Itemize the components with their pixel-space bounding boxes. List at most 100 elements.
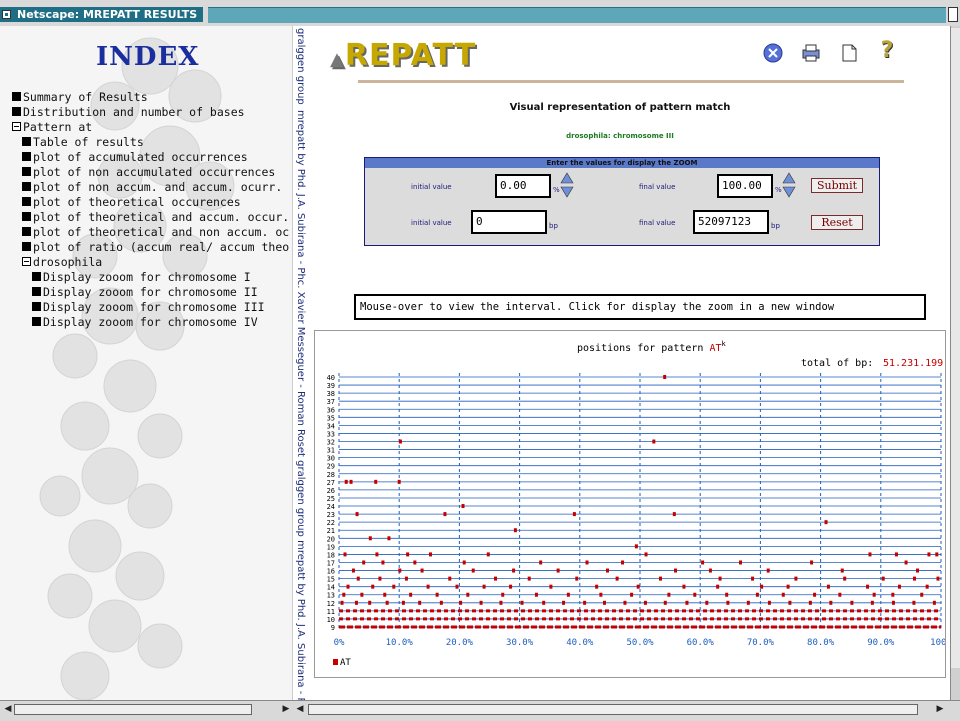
x-tick-label: 70.0% — [747, 638, 775, 648]
bullet-icon[interactable] — [22, 152, 31, 161]
bullet-icon[interactable] — [22, 227, 31, 236]
initial-bp-input[interactable]: 0 — [471, 210, 547, 234]
print-icon[interactable] — [800, 42, 822, 64]
y-tick-label: 40 — [327, 374, 335, 382]
occurrence-mark — [556, 568, 560, 573]
credits-divider: gralggen group mrepatt by Phd. J.A. Subi… — [292, 26, 311, 700]
occurrence-mark — [894, 552, 898, 557]
scroll-left-left-icon[interactable]: ◀ — [2, 704, 14, 715]
scroll-left-right-icon[interactable]: ▶ — [280, 704, 292, 715]
occurrence-mark — [413, 560, 417, 565]
right-frame-scroll-thumb[interactable] — [308, 704, 918, 715]
occurrence-mark — [392, 584, 396, 589]
index-item-label[interactable]: plot of accumulated occurrences — [33, 150, 248, 164]
scroll-right-left-icon[interactable]: ◀ — [294, 704, 306, 715]
bullet-icon[interactable] — [32, 302, 41, 311]
index-item[interactable]: Display zooom for chromosome III — [12, 300, 289, 315]
index-item-label[interactable]: plot of theoretical and accum. occur. — [33, 210, 289, 224]
occurrence-mark — [461, 504, 465, 509]
index-item[interactable]: plot of accumulated occurrences — [12, 150, 289, 165]
occurrence-mark — [595, 584, 599, 589]
close-icon[interactable] — [762, 42, 784, 64]
collapse-icon[interactable] — [22, 257, 31, 266]
index-item[interactable]: Summary of Results — [12, 90, 289, 105]
help-icon[interactable]: ? — [876, 38, 898, 63]
index-item-label[interactable]: drosophila — [33, 255, 102, 269]
occurrence-mark — [360, 592, 364, 597]
index-item[interactable]: plot of theoretical and non accum. oc — [12, 225, 289, 240]
index-item[interactable]: Distribution and number of bases — [12, 105, 289, 120]
index-item[interactable]: Table of results — [12, 135, 289, 150]
final-bp-input[interactable]: 52097123 — [693, 210, 769, 234]
occurrence-mark — [501, 592, 505, 597]
bullet-icon[interactable] — [32, 272, 41, 281]
index-item-label[interactable]: Table of results — [33, 135, 144, 149]
window-menu-icon[interactable] — [2, 10, 11, 19]
y-tick-label: 33 — [327, 430, 335, 438]
index-item-label[interactable]: Pattern at — [23, 120, 92, 134]
index-item-label[interactable]: Display zooom for chromosome II — [43, 285, 258, 299]
bullet-icon[interactable] — [22, 167, 31, 176]
initial-percent-input[interactable]: 0.00 — [495, 174, 551, 198]
occurrence-mark — [362, 560, 366, 565]
index-item-label[interactable]: plot of ratio (accum real/ accum theo — [33, 240, 289, 254]
index-item-label[interactable]: Display zooom for chromosome IV — [43, 315, 258, 329]
occurrence-mark — [471, 568, 475, 573]
occurrence-mark — [459, 600, 463, 605]
occurrence-mark — [644, 552, 648, 557]
index-item-label[interactable]: plot of theoretical occurences — [33, 195, 241, 209]
bullet-icon[interactable] — [22, 182, 31, 191]
window-title-tab[interactable]: Netscape: MREPATT RESULTS — [0, 7, 203, 22]
scroll-right-right-icon[interactable]: ▶ — [934, 704, 946, 715]
index-item-label[interactable]: Display zooom for chromosome III — [43, 300, 265, 314]
index-item[interactable]: plot of non accum. and accum. ocurr. — [12, 180, 289, 195]
bullet-icon[interactable] — [32, 317, 41, 326]
occurrence-mark — [652, 439, 656, 444]
submit-button[interactable]: Submit — [811, 178, 863, 193]
occurrence-mark — [794, 576, 798, 581]
document-icon[interactable] — [838, 42, 860, 64]
y-tick-label: 16 — [327, 568, 335, 576]
index-item[interactable]: plot of theoretical and accum. occur. — [12, 210, 289, 225]
occurrence-mark — [602, 600, 606, 605]
index-item[interactable]: plot of ratio (accum real/ accum theo — [12, 240, 289, 255]
bullet-icon[interactable] — [22, 137, 31, 146]
index-item-label[interactable]: plot of non accumulated occurrences — [33, 165, 275, 179]
index-item-label[interactable]: Display zooom for chromosome I — [43, 270, 251, 284]
initial-percent-stepper[interactable] — [560, 172, 574, 198]
index-item-label[interactable]: plot of non accum. and accum. ocurr. — [33, 180, 282, 194]
index-item[interactable]: drosophila — [12, 255, 289, 270]
index-item-label[interactable]: plot of theoretical and non accum. oc — [33, 225, 289, 239]
final-percent-input[interactable]: 100.00 — [717, 174, 773, 198]
left-frame-scroll-thumb[interactable] — [14, 704, 252, 715]
logo-underline — [358, 80, 904, 83]
index-item[interactable]: Pattern at — [12, 120, 289, 135]
index-item[interactable]: Display zooom for chromosome IV — [12, 315, 289, 330]
occurrence-mark — [349, 479, 353, 484]
initial-bp-unit: bp — [549, 222, 558, 230]
bullet-icon[interactable] — [22, 197, 31, 206]
index-item-label[interactable]: Distribution and number of bases — [23, 105, 245, 119]
occurrence-mark — [562, 600, 566, 605]
bullet-icon[interactable] — [12, 92, 21, 101]
index-item[interactable]: Display zooom for chromosome I — [12, 270, 289, 285]
index-item[interactable]: plot of theoretical occurences — [12, 195, 289, 210]
index-item[interactable]: plot of non accumulated occurrences — [12, 165, 289, 180]
occurrence-mark — [404, 576, 408, 581]
bullet-icon[interactable] — [22, 242, 31, 251]
final-percent-stepper[interactable] — [782, 172, 796, 198]
titlebar-drag-area[interactable] — [208, 7, 946, 23]
collapse-icon[interactable] — [12, 122, 21, 131]
bullet-icon[interactable] — [22, 212, 31, 221]
y-tick-label: 26 — [327, 487, 335, 495]
bullet-icon[interactable] — [12, 107, 21, 116]
index-item[interactable]: Display zooom for chromosome II — [12, 285, 289, 300]
occurrence-mark — [429, 552, 433, 557]
vertical-scrollbar[interactable] — [950, 26, 960, 700]
reset-button[interactable]: Reset — [811, 215, 863, 230]
bullet-icon[interactable] — [32, 287, 41, 296]
index-item-label[interactable]: Summary of Results — [23, 90, 148, 104]
maximize-icon[interactable] — [948, 7, 958, 22]
vertical-scroll-thumb[interactable] — [951, 28, 960, 668]
pattern-chart[interactable]: positions for pattern ATk total of bp: 51.… — [315, 331, 950, 677]
